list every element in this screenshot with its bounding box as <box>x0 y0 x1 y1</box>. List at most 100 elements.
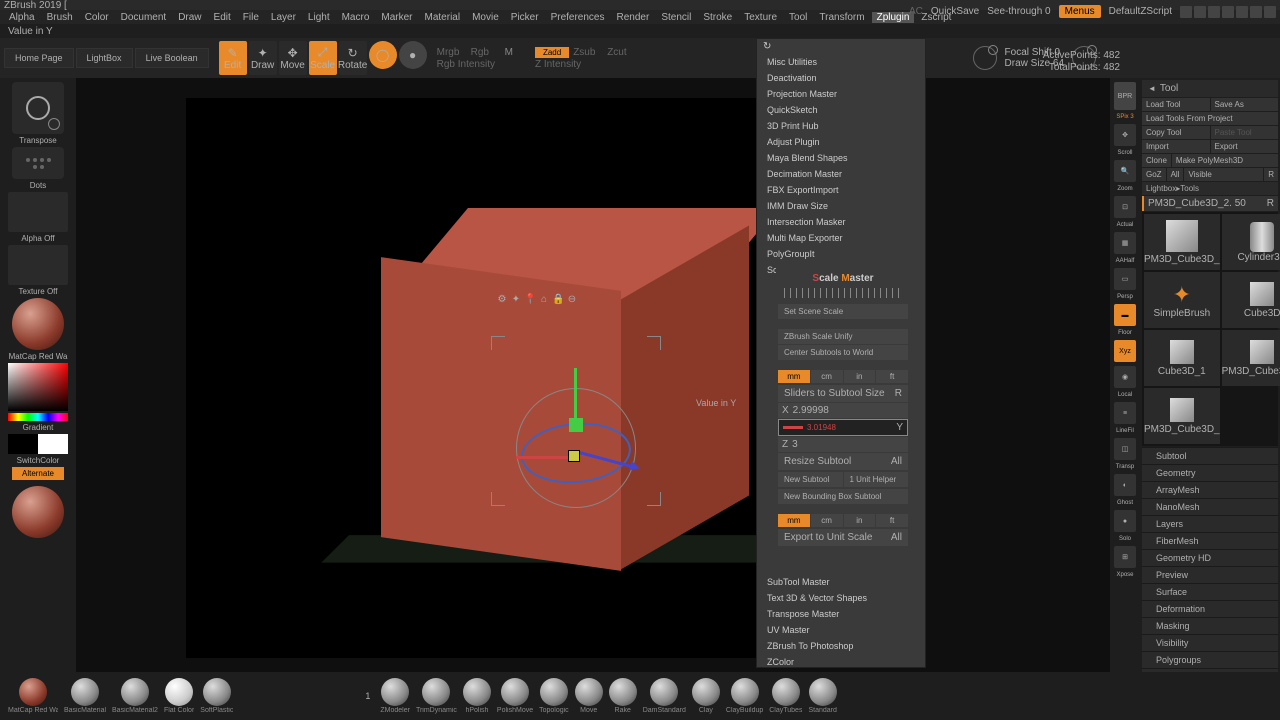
move-mode-button[interactable]: ✥Move <box>279 41 307 75</box>
load-project-button[interactable]: Load Tools From Project <box>1142 112 1278 125</box>
z-value-row[interactable]: Z3 <box>778 437 908 452</box>
alternate-button[interactable]: Alternate <box>12 467 64 480</box>
quicksave-button[interactable]: QuickSave <box>931 6 979 17</box>
shelf-floor-button[interactable]: ▬ <box>1114 304 1136 326</box>
clone-button[interactable]: Clone <box>1142 154 1171 167</box>
menu-render[interactable]: Render <box>612 12 655 23</box>
home-icon[interactable]: ⌂ <box>538 294 550 306</box>
tool-item-cube[interactable]: PM3D_Cube3D_ <box>1144 214 1220 270</box>
menu-picker[interactable]: Picker <box>506 12 544 23</box>
shelf-solo-button[interactable]: ● <box>1114 510 1136 532</box>
tool-item-pm3d-2[interactable]: PM3D_Cube3D_ <box>1144 388 1220 444</box>
brush-preview-icon[interactable] <box>973 46 997 70</box>
shelf-persp-button[interactable]: ▭ <box>1114 268 1136 290</box>
edit-mode-button[interactable]: ✎Edit <box>219 41 247 75</box>
y-value-field[interactable] <box>807 422 847 433</box>
brush-rake[interactable]: Rake <box>609 678 637 714</box>
shelf-transp-button[interactable]: ◫ <box>1114 438 1136 460</box>
material-basicmaterial2[interactable]: BasicMaterial2 <box>112 678 158 714</box>
tool-item-cube3d[interactable]: Cube3D <box>1222 272 1280 328</box>
plugin-multi-map-exporter[interactable]: Multi Map Exporter <box>757 230 925 246</box>
layout-icon-2[interactable] <box>1194 6 1206 18</box>
plugin-imm-draw-size[interactable]: IMM Draw Size <box>757 198 925 214</box>
plugin-text-3d-&-vector-shapes[interactable]: Text 3D & Vector Shapes <box>757 590 925 606</box>
menu-movie[interactable]: Movie <box>467 12 504 23</box>
goz-r-button[interactable]: R <box>1264 168 1278 181</box>
import-button[interactable]: Import <box>1142 140 1210 153</box>
zadd-button[interactable]: Zadd <box>535 47 569 58</box>
zsub-button[interactable]: Zsub <box>573 47 603 58</box>
shelf-ghost-button[interactable]: ◐ <box>1114 474 1136 496</box>
bw-swatches[interactable] <box>8 434 68 454</box>
plugin-decimation-master[interactable]: Decimation Master <box>757 166 925 182</box>
plugin-adjust-plugin[interactable]: Adjust Plugin <box>757 134 925 150</box>
spix-label[interactable]: SPix 3 <box>1116 114 1133 120</box>
new-bbox-button[interactable]: New Bounding Box Subtool <box>778 489 908 504</box>
hue-strip[interactable] <box>8 413 68 421</box>
section-fibermesh[interactable]: FiberMesh <box>1142 532 1278 549</box>
unit-in-button[interactable]: in <box>844 370 876 383</box>
tool-header[interactable]: Tool <box>1142 80 1278 97</box>
brush-clay[interactable]: Clay <box>692 678 720 714</box>
plugin-uv-master[interactable]: UV Master <box>757 622 925 638</box>
plugin-projection-master[interactable]: Projection Master <box>757 86 925 102</box>
section-deformation[interactable]: Deformation <box>1142 600 1278 617</box>
section-subtool[interactable]: Subtool <box>1142 447 1278 464</box>
gizmo-center-handle[interactable] <box>568 450 580 462</box>
tool-item-cylinder[interactable]: Cylinder3D <box>1222 214 1280 270</box>
menu-draw[interactable]: Draw <box>173 12 206 23</box>
z-intensity-slider[interactable]: Z Intensity <box>535 59 595 70</box>
bpr-button[interactable]: BPR <box>1114 82 1136 110</box>
menu-tool[interactable]: Tool <box>784 12 812 23</box>
plugin-zbrush-to-photoshop[interactable]: ZBrush To Photoshop <box>757 638 925 654</box>
rotate-mode-button[interactable]: ↻Rotate <box>339 41 367 75</box>
set-scene-scale-button[interactable]: Set Scene Scale <box>778 304 908 319</box>
transpose-widget[interactable] <box>12 82 64 134</box>
material-sphere[interactable] <box>12 298 64 350</box>
menu-material[interactable]: Material <box>420 12 466 23</box>
shelf-xyz-button[interactable]: Xyz <box>1114 340 1136 362</box>
save-as-button[interactable]: Save As <box>1211 98 1279 111</box>
y-value-input[interactable]: Y <box>778 419 908 436</box>
menu-brush[interactable]: Brush <box>42 12 78 23</box>
plugin-fbx-exportimport[interactable]: FBX ExportImport <box>757 182 925 198</box>
plugin-maya-blend-shapes[interactable]: Maya Blend Shapes <box>757 150 925 166</box>
unit2-mm-button[interactable]: mm <box>778 514 810 527</box>
load-tool-button[interactable]: Load Tool <box>1142 98 1210 111</box>
sculptris-toggle-button[interactable]: ● <box>399 41 427 69</box>
section-geometry[interactable]: Geometry <box>1142 464 1278 481</box>
refresh-icon[interactable]: ↻ <box>757 39 925 54</box>
plugin-deactivation[interactable]: Deactivation <box>757 70 925 86</box>
menu-marker[interactable]: Marker <box>376 12 417 23</box>
brush-trimdynamic[interactable]: TrimDynamic <box>416 678 457 714</box>
zcut-button[interactable]: Zcut <box>607 47 637 58</box>
rgb-button[interactable]: Rgb <box>471 47 501 58</box>
color-picker[interactable] <box>8 363 68 411</box>
tool-item-cube3d-1[interactable]: Cube3D_1 <box>1144 330 1220 386</box>
resize-subtool-button[interactable]: Resize SubtoolAll <box>778 453 908 470</box>
mrgb-button[interactable]: Mrgb <box>437 47 467 58</box>
scale-mode-button[interactable]: ⤢Scale <box>309 41 337 75</box>
plugin-misc-utilities[interactable]: Misc Utilities <box>757 54 925 70</box>
brush-icon[interactable]: ✦ <box>510 294 522 306</box>
menus-button[interactable]: Menus <box>1059 5 1101 18</box>
close-icon[interactable] <box>1264 6 1276 18</box>
export-button[interactable]: Export <box>1211 140 1279 153</box>
shelf-actual-button[interactable]: ⊡ <box>1114 196 1136 218</box>
unit-cm-button[interactable]: cm <box>811 370 843 383</box>
gizmo-x-axis[interactable] <box>516 456 576 459</box>
menu-document[interactable]: Document <box>116 12 172 23</box>
material-matcap-red-wa[interactable]: MatCap Red Wa <box>8 678 58 714</box>
section-nanomesh[interactable]: NanoMesh <box>1142 498 1278 515</box>
lightbox-tools-label[interactable]: Lightbox▸Tools <box>1142 182 1278 195</box>
goz-visible-button[interactable]: Visible <box>1184 168 1263 181</box>
seethrough-slider[interactable]: See-through 0 <box>987 6 1050 17</box>
section-arraymesh[interactable]: ArrayMesh <box>1142 481 1278 498</box>
brush-claytubes[interactable]: ClayTubes <box>769 678 802 714</box>
plugin-subtool-master[interactable]: SubTool Master <box>757 574 925 590</box>
switchcolor-button[interactable]: SwitchColor <box>17 456 60 465</box>
plugin-transpose-master[interactable]: Transpose Master <box>757 606 925 622</box>
defaultzscript-button[interactable]: DefaultZScript <box>1109 6 1172 17</box>
brush-move[interactable]: Move <box>575 678 603 714</box>
plugin-3d-print-hub[interactable]: 3D Print Hub <box>757 118 925 134</box>
